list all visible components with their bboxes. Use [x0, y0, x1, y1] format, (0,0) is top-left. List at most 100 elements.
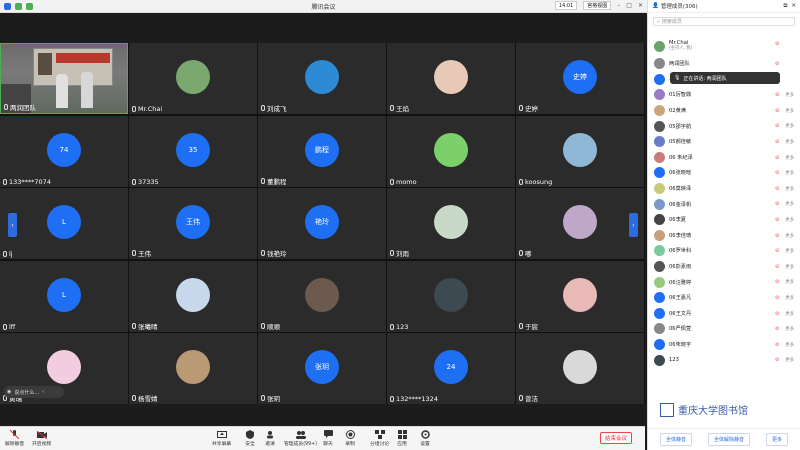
- member-row[interactable]: 06金泽帆 ⊘ 更多: [648, 196, 800, 212]
- invite-button[interactable]: 邀请: [265, 430, 275, 447]
- member-row[interactable]: 06彭素雨 ⊘ 更多: [648, 259, 800, 275]
- maximize-icon[interactable]: □: [626, 2, 632, 9]
- participant-tile[interactable]: 曾洁: [516, 333, 644, 404]
- participant-tile[interactable]: 嘟: [516, 188, 644, 259]
- mic-muted-icon[interactable]: ⊘: [775, 248, 780, 254]
- share-button[interactable]: 共享屏幕: [212, 430, 231, 447]
- participant-tile[interactable]: Llff: [0, 260, 128, 332]
- participant-tile[interactable]: 王伟 王伟: [129, 188, 257, 259]
- member-more-link[interactable]: 更多: [785, 264, 794, 270]
- mute-all-button[interactable]: 全体静音: [659, 433, 692, 446]
- mic-muted-icon[interactable]: ⊘: [775, 279, 780, 285]
- mic-muted-icon[interactable]: ⊘: [775, 92, 780, 98]
- mic-muted-icon[interactable]: ⊘: [775, 170, 780, 176]
- members-button[interactable]: 管理成员(99+): [284, 430, 317, 447]
- member-more-link[interactable]: 更多: [785, 248, 794, 254]
- participant-tile[interactable]: 于宸: [516, 260, 644, 332]
- member-search-input[interactable]: ⌕ 搜索成员: [653, 17, 795, 26]
- member-more-link[interactable]: 更多: [785, 170, 794, 176]
- chevron-left-icon[interactable]: ‹: [42, 389, 44, 395]
- apps-button[interactable]: 应用: [397, 430, 407, 447]
- member-row[interactable]: Mr.Chai (主持人, 我) ⊘: [648, 36, 800, 56]
- member-row[interactable]: 06李佳琦 ⊘ 更多: [648, 228, 800, 244]
- security-button[interactable]: 安全: [245, 430, 255, 447]
- member-more-link[interactable]: 更多: [785, 139, 794, 145]
- member-more-link[interactable]: 更多: [785, 201, 794, 207]
- participant-tile[interactable]: 史婷 史婷: [516, 43, 644, 114]
- mic-muted-icon[interactable]: ⊘: [775, 342, 780, 348]
- minimize-icon[interactable]: –: [617, 2, 620, 9]
- member-row[interactable]: 01厉智鼎 ⊘ 更多: [648, 87, 800, 103]
- mic-muted-icon[interactable]: ⊘: [775, 61, 780, 67]
- member-row[interactable]: 02黄满 ⊘ 更多: [648, 103, 800, 119]
- participant-tile[interactable]: 张玥 张玥: [258, 333, 386, 404]
- participant-tile[interactable]: 74 133****7074: [0, 115, 128, 187]
- member-more-link[interactable]: 更多: [785, 123, 794, 129]
- member-more-link[interactable]: 更多: [785, 92, 794, 98]
- member-row[interactable]: 06张晓晗 ⊘ 更多: [648, 165, 800, 181]
- participant-tile[interactable]: 顺顺: [258, 260, 386, 332]
- mute-button[interactable]: 解除静音: [5, 430, 24, 447]
- member-more-link[interactable]: 更多: [785, 326, 794, 332]
- participant-tile[interactable]: koosung: [516, 115, 644, 187]
- view-toggle[interactable]: 宫格视图: [583, 1, 612, 10]
- mic-muted-icon[interactable]: ⊘: [775, 264, 780, 270]
- member-row[interactable]: 06汪雅婷 ⊘ 更多: [648, 274, 800, 290]
- participant-tile[interactable]: 王焰: [387, 43, 515, 114]
- member-more-link[interactable]: 更多: [785, 217, 794, 223]
- mic-muted-icon[interactable]: ⊘: [775, 295, 780, 301]
- participant-tile[interactable]: 刘雨: [387, 188, 515, 259]
- participant-tile[interactable]: 张曦晴: [129, 260, 257, 332]
- member-row[interactable]: 两润团队 ⊘: [648, 56, 800, 72]
- member-row[interactable]: 06罗世科 ⊘ 更多: [648, 243, 800, 259]
- mic-muted-icon[interactable]: ⊘: [775, 233, 780, 239]
- mic-muted-icon[interactable]: ⊘: [775, 357, 780, 363]
- more-button[interactable]: 更多: [765, 433, 788, 446]
- participant-tile[interactable]: Llj: [0, 188, 128, 259]
- member-row[interactable]: 06王嘉凡 ⊘ 更多: [648, 290, 800, 306]
- member-more-link[interactable]: 更多: [785, 233, 794, 239]
- participant-tile[interactable]: 35 37335: [129, 115, 257, 187]
- mic-muted-icon[interactable]: ⊘: [775, 186, 780, 192]
- mic-muted-icon[interactable]: ⊘: [775, 155, 780, 161]
- unmute-all-button[interactable]: 全体解除静音: [707, 433, 750, 446]
- prev-page-icon[interactable]: ‹: [8, 213, 17, 237]
- member-row[interactable]: 05郝佳敏 ⊘ 更多: [648, 134, 800, 150]
- member-row[interactable]: 06 朱纪泽 ⊘ 更多: [648, 150, 800, 166]
- member-row[interactable]: 06王文丹 ⊘ 更多: [648, 306, 800, 322]
- chat-button[interactable]: 聊天: [323, 430, 333, 447]
- participant-tile[interactable]: 刘成飞: [258, 43, 386, 114]
- mic-muted-icon[interactable]: ⊘: [775, 123, 780, 129]
- member-row[interactable]: 06莫映泽 ⊘ 更多: [648, 181, 800, 197]
- member-row[interactable]: 05邵宇航 ⊘ 更多: [648, 118, 800, 134]
- member-more-link[interactable]: 更多: [785, 155, 794, 161]
- participant-tile[interactable]: Mr.Chai: [129, 43, 257, 114]
- member-row[interactable]: 06严佩萱 ⊘ 更多: [648, 321, 800, 337]
- participant-tile[interactable]: 24 132****1324: [387, 333, 515, 404]
- member-more-link[interactable]: 更多: [785, 311, 794, 317]
- close-panel-icon[interactable]: ✕: [791, 3, 796, 9]
- popout-icon[interactable]: ⧉: [783, 3, 787, 10]
- mic-muted-icon[interactable]: ⊘: [775, 201, 780, 207]
- mic-muted-icon[interactable]: ⊘: [775, 41, 780, 47]
- member-more-link[interactable]: 更多: [785, 279, 794, 285]
- group-discussion-button[interactable]: 分组讨论: [370, 430, 389, 447]
- mic-muted-icon[interactable]: ⊘: [775, 108, 780, 114]
- record-button[interactable]: 录制: [345, 430, 355, 447]
- participant-tile[interactable]: momo: [387, 115, 515, 187]
- chat-pill[interactable]: ◉ 说点什么... ‹: [4, 386, 64, 398]
- member-row[interactable]: 06李夏 ⊘ 更多: [648, 212, 800, 228]
- participant-tile[interactable]: 鹏程 董鹏程: [258, 115, 386, 187]
- member-more-link[interactable]: 更多: [785, 295, 794, 301]
- next-page-icon[interactable]: ›: [629, 213, 638, 237]
- member-more-link[interactable]: 更多: [785, 342, 794, 348]
- participant-tile[interactable]: 123: [387, 260, 515, 332]
- end-meeting-button[interactable]: 结束会议: [600, 432, 632, 444]
- close-icon[interactable]: ✕: [638, 2, 643, 9]
- member-more-link[interactable]: 更多: [785, 357, 794, 363]
- mic-muted-icon[interactable]: ⊘: [775, 217, 780, 223]
- mic-muted-icon[interactable]: ⊘: [775, 326, 780, 332]
- participant-tile[interactable]: 杨雪婧: [129, 333, 257, 404]
- member-row[interactable]: 06朱晓宇 ⊘ 更多: [648, 337, 800, 353]
- video-button[interactable]: 开启视频: [32, 430, 51, 447]
